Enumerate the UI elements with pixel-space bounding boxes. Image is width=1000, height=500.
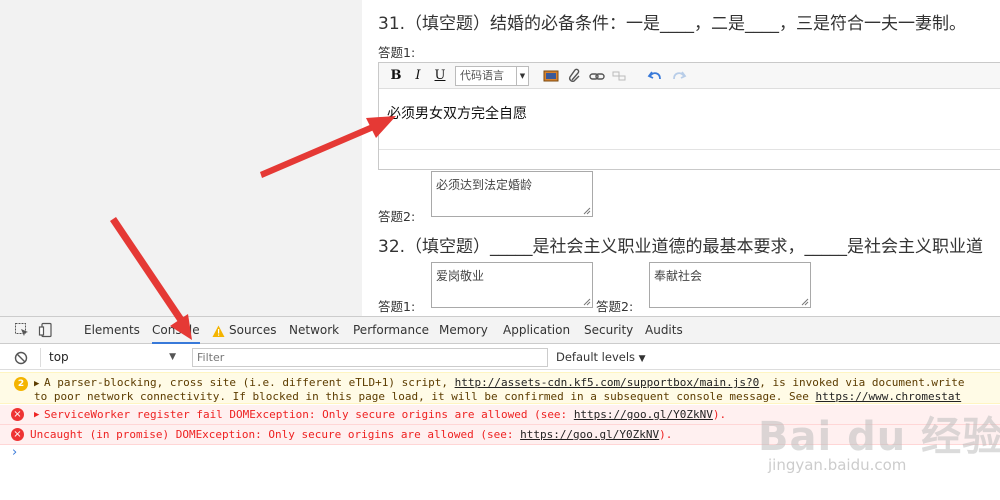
error-icon: × xyxy=(11,408,24,421)
editor-statusbar xyxy=(379,149,1000,169)
answer-1-label: 答题1: xyxy=(378,45,416,60)
question-31-title: 31.（填空题）结婚的必备条件：一是____，二是____，三是符合一夫一妻制。 xyxy=(378,14,967,34)
tab-sources[interactable]: Sources xyxy=(229,317,276,344)
attachment-icon[interactable] xyxy=(567,68,583,84)
answer-2-label: 答题2: xyxy=(378,209,416,224)
answer-2-value: 必须达到法定婚龄 xyxy=(436,178,533,192)
link-icon[interactable] xyxy=(589,68,605,84)
expand-triangle-icon[interactable]: ▶ xyxy=(34,377,39,391)
help-link[interactable]: https://goo.gl/Y0ZkNV xyxy=(574,408,713,421)
resize-grip-icon[interactable] xyxy=(583,207,591,215)
rich-text-editor[interactable]: B I U 代码语言 ▼ 必须男女双方完全自愿 xyxy=(378,62,1000,170)
code-language-label: 代码语言 xyxy=(460,69,504,82)
italic-button[interactable]: I xyxy=(411,67,425,85)
context-value: top xyxy=(49,350,69,364)
clear-console-icon[interactable] xyxy=(14,350,28,365)
q32-answer-1-label: 答题1: xyxy=(378,299,416,314)
undo-icon[interactable] xyxy=(647,68,663,84)
device-toolbar-icon[interactable] xyxy=(38,322,54,338)
message-text: ). xyxy=(659,428,673,441)
message-line: A parser-blocking, cross site (i.e. diff… xyxy=(44,376,965,390)
devtools-tab-bar: Elements Console Sources Network Perform… xyxy=(0,317,1000,344)
question-panel: 31.（填空题）结婚的必备条件：一是____，二是____，三是符合一夫一妻制。… xyxy=(362,0,1000,316)
tab-memory[interactable]: Memory xyxy=(439,317,488,344)
tab-performance[interactable]: Performance xyxy=(353,317,429,344)
tab-audits[interactable]: Audits xyxy=(645,317,683,344)
expand-triangle-icon[interactable]: ▶ xyxy=(34,408,39,422)
underline-button[interactable]: U xyxy=(433,67,447,85)
message-text: Uncaught (in promise) DOMException: Only… xyxy=(30,428,521,441)
message-text: ServiceWorker register fail DOMException… xyxy=(44,408,574,421)
message-text: to poor network connectivity. If blocked… xyxy=(34,390,816,403)
message-text: ). xyxy=(712,408,727,421)
chevron-down-icon: ▼ xyxy=(516,67,528,85)
chevron-down-icon: ▼ xyxy=(169,352,176,362)
unlink-icon[interactable] xyxy=(611,68,627,84)
help-link[interactable]: https://goo.gl/Y0ZkNV xyxy=(520,428,659,441)
console-prompt[interactable]: › xyxy=(12,445,17,460)
error-icon: × xyxy=(11,428,24,441)
message-line: Uncaught (in promise) DOMException: Only… xyxy=(30,428,672,442)
editor-toolbar: B I U 代码语言 ▼ xyxy=(379,63,1000,89)
answer-2-textarea[interactable]: 必须达到法定婚龄 xyxy=(431,171,593,217)
q32-answer-1-value: 爱岗敬业 xyxy=(436,269,485,283)
script-link[interactable]: http://assets-cdn.kf5.com/supportbox/mai… xyxy=(455,376,760,389)
chevron-down-icon: ▼ xyxy=(638,354,646,364)
web-page: 31.（填空题）结婚的必备条件：一是____，二是____，三是符合一夫一妻制。… xyxy=(0,0,1000,316)
message-text: A parser-blocking, cross site (i.e. diff… xyxy=(44,376,455,389)
chromestatus-link[interactable]: https://www.chromestat xyxy=(815,390,961,403)
question-32-title: 32.（填空题）_____是社会主义职业道德的最基本要求，_____是社会主义职… xyxy=(378,237,984,257)
q32-answer-2-textarea[interactable]: 奉献社会 xyxy=(649,262,811,308)
message-line: to poor network connectivity. If blocked… xyxy=(34,390,961,403)
message-text: , is invoked via document.write xyxy=(759,376,965,389)
redo-icon[interactable] xyxy=(671,68,687,84)
baidu-watermark: Bai du 经验 jingyan.baidu.com xyxy=(758,404,1000,484)
watermark-logo: Bai du 经验 xyxy=(758,414,1000,460)
inspect-element-icon[interactable] xyxy=(14,322,30,338)
tab-network[interactable]: Network xyxy=(289,317,339,344)
log-levels-label: Default levels xyxy=(556,350,636,364)
console-filter-input[interactable] xyxy=(192,348,548,367)
insert-image-icon[interactable] xyxy=(543,68,559,84)
message-line: ServiceWorker register fail DOMException… xyxy=(44,408,726,422)
tab-security[interactable]: Security xyxy=(584,317,633,344)
tab-console[interactable]: Console xyxy=(152,317,200,344)
resize-grip-icon[interactable] xyxy=(583,298,591,306)
tab-application[interactable]: Application xyxy=(503,317,570,344)
tab-elements[interactable]: Elements xyxy=(84,317,140,344)
warning-icon xyxy=(212,323,225,337)
warning-count-badge: 2 xyxy=(14,377,28,391)
q32-answer-1-textarea[interactable]: 爱岗敬业 xyxy=(431,262,593,308)
resize-grip-icon[interactable] xyxy=(801,298,809,306)
watermark-url: jingyan.baidu.com xyxy=(768,456,907,474)
console-message-warning[interactable]: 2 ▶ A parser-blocking, cross site (i.e. … xyxy=(0,372,1000,404)
code-language-select[interactable]: 代码语言 ▼ xyxy=(455,66,529,86)
bold-button[interactable]: B xyxy=(389,67,403,85)
q32-answer-2-label: 答题2: xyxy=(596,299,634,314)
log-levels-dropdown[interactable]: Default levels ▼ xyxy=(556,348,646,367)
editor-content[interactable]: 必须男女双方完全自愿 xyxy=(387,103,527,123)
q32-answer-2-value: 奉献社会 xyxy=(654,269,703,283)
context-select[interactable]: top ▼ xyxy=(40,348,182,367)
console-toolbar: top ▼ Default levels ▼ xyxy=(0,345,1000,370)
